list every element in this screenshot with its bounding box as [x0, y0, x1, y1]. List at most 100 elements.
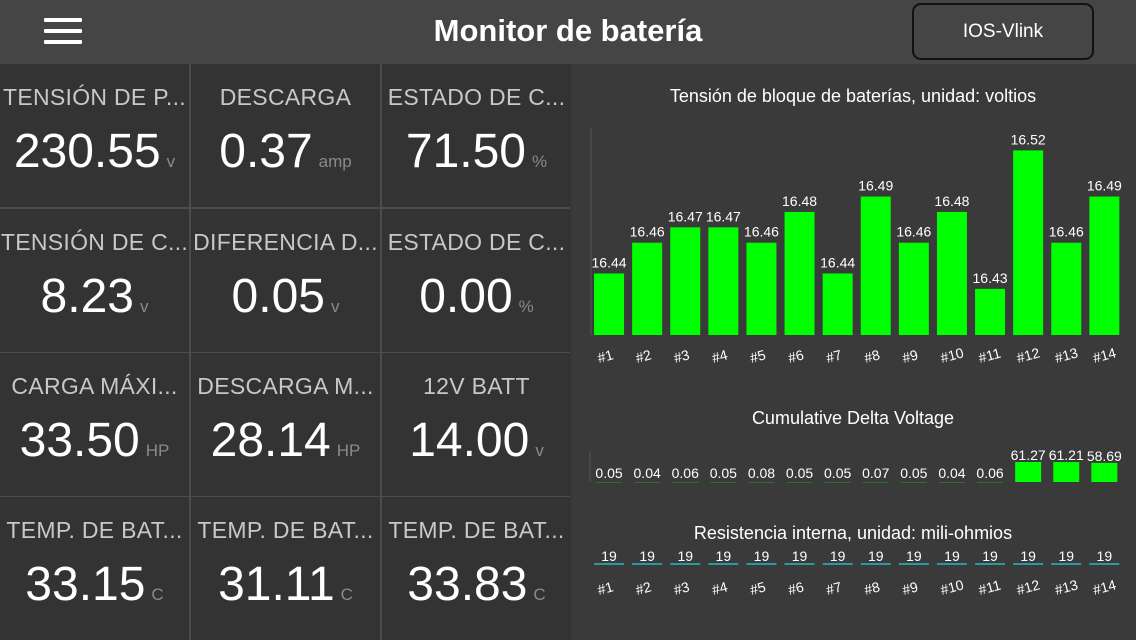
- gauge-label: TEMP. DE BAT...: [197, 517, 374, 543]
- bar-value-label: 19: [1097, 548, 1113, 564]
- gauge-label: TENSIÓN DE P...: [2, 84, 186, 110]
- gauge-unit: v: [166, 152, 176, 171]
- gauge-unit: C: [340, 585, 353, 604]
- bar-value-label: 16.49: [858, 178, 893, 194]
- gauge-value-row: 28.14 HP: [191, 413, 380, 468]
- gauge-tile[interactable]: CARGA MÁXI... 33.50 HP: [0, 353, 189, 496]
- category-label: #11: [977, 577, 1003, 598]
- gauge-tile[interactable]: ESTADO DE C... 71.50%: [382, 64, 571, 207]
- bar-value-label: 16.46: [896, 224, 931, 240]
- gauge-value-row: 71.50%: [382, 124, 571, 179]
- gauge-tile[interactable]: TEMP. DE BAT... 33.15 C: [0, 497, 189, 640]
- gauge-value-row: 33.50 HP: [0, 413, 189, 468]
- gauge-grid: TENSIÓN DE P... 230.55 v DESCARGA 0.37 amp EST…: [0, 64, 571, 640]
- bar-value-label: 0.05: [824, 465, 851, 481]
- gauge-label: DESCARGA: [219, 84, 352, 110]
- gauge-value-row: 33.15 C: [0, 557, 189, 612]
- bar-value-label: 0.04: [634, 465, 661, 481]
- bar-value-label: 0.06: [976, 465, 1003, 481]
- gauge-label: DIFERENCIA D...: [193, 229, 378, 255]
- bar-value-label: 16.49: [1087, 178, 1122, 194]
- bar: [975, 288, 1006, 335]
- gauge-label: TEMP. DE BAT...: [6, 517, 183, 543]
- top-bar: Monitor de batería IOS-Vlink: [0, 0, 1136, 64]
- bar-value-label: 16.46: [1049, 224, 1084, 240]
- bar: [1015, 462, 1042, 482]
- category-label: #7: [824, 346, 843, 366]
- bar: [936, 211, 967, 335]
- gauge-value: 14.00: [409, 414, 530, 467]
- bar-value-label: 16.46: [744, 224, 779, 240]
- gauge-tile[interactable]: 12V BATT 14.00 v: [382, 353, 571, 496]
- bar-value-label: 16.47: [668, 208, 703, 224]
- bar: [1051, 242, 1082, 335]
- category-label: #13: [1053, 344, 1080, 366]
- category-label: #10: [939, 576, 966, 598]
- category-label: #10: [939, 344, 966, 366]
- gauge-value: 33.15: [25, 558, 146, 611]
- gauge-value: 0.05: [231, 270, 325, 323]
- bar-value-label: 19: [868, 548, 884, 564]
- gauge-value-row: 33.83 C: [382, 557, 571, 612]
- bar-value-label: 16.44: [820, 254, 855, 270]
- gauge-label: 12V BATT: [423, 373, 530, 399]
- bar: [898, 242, 929, 335]
- bar-value-label: 16.46: [630, 224, 665, 240]
- category-label: #5: [748, 346, 767, 366]
- bar: [670, 227, 701, 335]
- gauge-unit: C: [151, 585, 164, 604]
- gauge-value-row: 31.11 C: [191, 557, 380, 612]
- category-label: #14: [1091, 344, 1118, 366]
- gauge-value: 71.50: [405, 125, 526, 178]
- bar-value-label: 19: [754, 548, 770, 564]
- gauge-tile[interactable]: DESCARGA M... 28.14 HP: [191, 353, 380, 496]
- category-label: #11: [977, 345, 1003, 366]
- category-label: #1: [596, 578, 615, 598]
- gauge-unit: %: [532, 152, 548, 171]
- gauge-label: ESTADO DE C...: [387, 229, 566, 255]
- bar-value-label: 19: [906, 548, 922, 564]
- gauge-tile[interactable]: TEMP. DE BAT... 33.83 C: [382, 497, 571, 640]
- gauge-value: 230.55: [13, 125, 161, 178]
- bar-value-label: 61.21: [1049, 447, 1084, 463]
- category-label: #6: [786, 346, 805, 366]
- bar-value-label: 19: [982, 548, 998, 564]
- gauge-value: 0.37: [219, 125, 313, 178]
- gauge-tile[interactable]: ESTADO DE C... 0.00%: [382, 209, 571, 352]
- bar-value-label: 0.08: [748, 465, 775, 481]
- bar-value-label: 0.05: [710, 465, 737, 481]
- gauge-unit: amp: [318, 152, 352, 171]
- gauge-tile[interactable]: TEMP. DE BAT... 31.11 C: [191, 497, 380, 640]
- bar-value-label: 19: [639, 548, 655, 564]
- bar-value-label: 0.05: [786, 465, 813, 481]
- category-label: #3: [672, 346, 691, 366]
- bar-value-label: 16.48: [934, 193, 969, 209]
- bar: [708, 227, 739, 335]
- bar: [784, 211, 815, 335]
- bar: [632, 242, 663, 335]
- bar-value-label: 16.52: [1011, 131, 1046, 147]
- category-label: #12: [1015, 576, 1042, 598]
- bar: [1089, 196, 1120, 335]
- chart-title: Resistencia interna, unidad: mili-ohmios: [694, 523, 1012, 543]
- gauge-unit: C: [533, 585, 546, 604]
- gauge-value-row: 14.00 v: [382, 413, 571, 468]
- gauge-tile[interactable]: DESCARGA 0.37 amp: [191, 64, 380, 207]
- bar-value-label: 0.07: [862, 465, 889, 481]
- bar-value-label: 19: [944, 548, 960, 564]
- category-label: #13: [1053, 576, 1080, 598]
- category-label: #7: [824, 578, 843, 598]
- device-button[interactable]: IOS-Vlink: [912, 3, 1094, 60]
- category-label: #4: [710, 578, 729, 598]
- gauge-tile[interactable]: DIFERENCIA D... 0.05 v: [191, 209, 380, 352]
- gauge-tile[interactable]: TENSIÓN DE P... 230.55 v: [0, 64, 189, 207]
- bar-value-label: 0.05: [595, 465, 622, 481]
- gauge-tile[interactable]: TENSIÓN DE C... 8.23 v: [0, 209, 189, 352]
- category-label: #3: [672, 578, 691, 598]
- bar: [822, 273, 853, 335]
- gauge-value-row: 8.23 v: [0, 269, 189, 324]
- bar-value-label: 19: [1058, 548, 1074, 564]
- bar-value-label: 58.69: [1087, 448, 1122, 464]
- bar-value-label: 0.06: [672, 465, 699, 481]
- charts-svg: Tensión de bloque de baterías, unidad: v…: [589, 86, 1122, 598]
